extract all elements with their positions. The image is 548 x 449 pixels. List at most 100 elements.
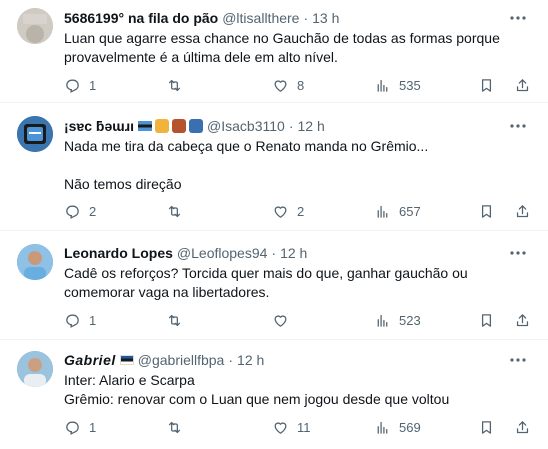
bookmark-icon <box>481 204 492 218</box>
view-count: 657 <box>399 203 421 219</box>
timestamp[interactable]: 13 h <box>312 10 339 26</box>
like-button[interactable]: 11 <box>272 416 311 438</box>
display-name[interactable]: ¡sɐc ƃǝɯɹı <box>64 118 134 134</box>
share-button[interactable] <box>514 416 531 438</box>
avatar[interactable] <box>17 244 53 280</box>
avatar[interactable] <box>17 116 53 152</box>
bookmark-button[interactable] <box>478 416 495 438</box>
analytics-icon <box>377 205 388 218</box>
analytics-icon <box>377 314 388 327</box>
tweet[interactable]: ¡sɐc ƃǝɯɹı @Isacb3110 · 12 h Nada me tir… <box>0 103 548 231</box>
tweet-text: Nada me tira da cabeça que o Renato mand… <box>64 137 528 194</box>
display-name[interactable]: Leonardo Lopes <box>64 245 173 261</box>
user-handle[interactable]: @ltisallthere <box>222 10 299 26</box>
more-options-icon[interactable] <box>508 10 528 26</box>
tweet-line: provavelmente é a última dele em alto ní… <box>64 49 338 65</box>
heart-icon <box>274 314 287 327</box>
timestamp[interactable]: 12 h <box>298 118 325 134</box>
share-button[interactable] <box>514 200 531 222</box>
bookmark-button[interactable] <box>478 309 495 331</box>
display-name[interactable]: 5686199° na fila do pão <box>64 10 218 26</box>
tweet[interactable]: Leonardo Lopes @Leoflopes94 · 12 h Cadê … <box>0 231 548 340</box>
bookmark-button[interactable] <box>478 200 495 222</box>
tweet-actions: 1 523 <box>58 309 536 331</box>
share-button[interactable] <box>514 74 531 96</box>
share-icon <box>516 313 529 326</box>
share-icon <box>516 204 529 217</box>
heart-icon <box>274 205 287 218</box>
like-button[interactable]: 2 <box>272 200 304 222</box>
bookmark-button[interactable] <box>478 74 495 96</box>
like-count: 11 <box>297 419 311 435</box>
like-button[interactable] <box>272 309 297 331</box>
tweet-line: Luan que agarre essa chance no Gauchão d… <box>64 30 500 46</box>
retweet-button[interactable] <box>166 200 191 222</box>
reply-button[interactable]: 1 <box>64 74 96 96</box>
reply-count: 1 <box>89 312 97 328</box>
retweet-button[interactable] <box>166 74 191 96</box>
retweet-icon <box>168 79 181 91</box>
reply-count: 2 <box>89 203 97 219</box>
tweet-header: ¡sɐc ƃǝɯɹı @Isacb3110 · 12 h <box>64 116 508 136</box>
more-options-icon[interactable] <box>508 118 528 134</box>
tweet-header: Leonardo Lopes @Leoflopes94 · 12 h <box>64 243 508 263</box>
reply-icon <box>66 205 79 219</box>
views-button[interactable]: 657 <box>374 200 421 222</box>
like-button[interactable]: 8 <box>272 74 304 96</box>
user-handle[interactable]: @gabriellfbpa <box>138 352 225 368</box>
views-button[interactable]: 535 <box>374 74 421 96</box>
reply-button[interactable]: 2 <box>64 200 96 222</box>
tweet-text: Inter: Alario e Scarpa Grêmio: renovar c… <box>64 371 528 409</box>
share-icon <box>516 420 529 433</box>
tweet-text: Cadê os reforços? Torcida quer mais do q… <box>64 264 528 302</box>
tweet-header: Gabriel @gabriellfbpa · 12 h <box>64 350 508 370</box>
bookmark-icon <box>481 78 492 92</box>
analytics-icon <box>377 421 388 434</box>
tweet[interactable]: 5686199° na fila do pão @ltisallthere · … <box>0 0 548 103</box>
avatar[interactable] <box>17 351 53 387</box>
reply-button[interactable]: 1 <box>64 416 96 438</box>
view-count: 523 <box>399 312 421 328</box>
more-options-icon[interactable] <box>508 352 528 368</box>
beer-icon <box>155 119 170 133</box>
reply-feed: 5686199° na fila do pão @ltisallthere · … <box>0 0 548 449</box>
share-icon <box>516 78 529 91</box>
reply-count: 1 <box>89 419 97 435</box>
tweet-actions: 1 8 535 <box>58 74 536 96</box>
tweet-line: Não temos direção <box>64 176 182 192</box>
retweet-icon <box>168 421 181 433</box>
like-count: 8 <box>297 77 305 93</box>
bookmark-icon <box>481 313 492 327</box>
tweet-line: comemorar vaga na libertadores. <box>64 284 270 300</box>
separator-dot: · <box>271 245 277 261</box>
tweet-header: 5686199° na fila do pão @ltisallthere · … <box>64 8 508 28</box>
display-name[interactable]: Gabriel <box>64 352 116 368</box>
like-count: 2 <box>297 203 305 219</box>
user-handle[interactable]: @Isacb3110 <box>207 118 285 134</box>
tweet-line: Grêmio: renovar com o Luan que nem jogou… <box>64 391 450 407</box>
heart-icon <box>274 79 287 92</box>
retweet-button[interactable] <box>166 309 191 331</box>
reply-icon <box>66 314 79 328</box>
tweet-actions: 1 11 569 <box>58 416 536 438</box>
retweet-button[interactable] <box>166 416 191 438</box>
tweet-line: Nada me tira da cabeça que o Renato mand… <box>64 138 429 154</box>
views-button[interactable]: 569 <box>374 416 421 438</box>
share-button[interactable] <box>514 309 531 331</box>
more-options-icon[interactable] <box>508 245 528 261</box>
view-count: 535 <box>399 77 421 93</box>
timestamp[interactable]: 12 h <box>280 245 307 261</box>
reply-icon <box>66 79 79 93</box>
retweet-icon <box>168 314 181 326</box>
tweet[interactable]: Gabriel @gabriellfbpa · 12 h Inter: Alar… <box>0 340 548 449</box>
reply-count: 1 <box>89 77 97 93</box>
avatar[interactable] <box>17 8 53 44</box>
reply-button[interactable]: 1 <box>64 309 96 331</box>
reply-icon <box>66 421 79 435</box>
timestamp[interactable]: 12 h <box>237 352 264 368</box>
tweet-actions: 2 2 657 <box>58 200 536 222</box>
view-count: 569 <box>399 419 421 435</box>
tweet-line: Cadê os reforços? Torcida quer mais do q… <box>64 265 468 281</box>
user-handle[interactable]: @Leoflopes94 <box>177 245 268 261</box>
views-button[interactable]: 523 <box>374 309 421 331</box>
